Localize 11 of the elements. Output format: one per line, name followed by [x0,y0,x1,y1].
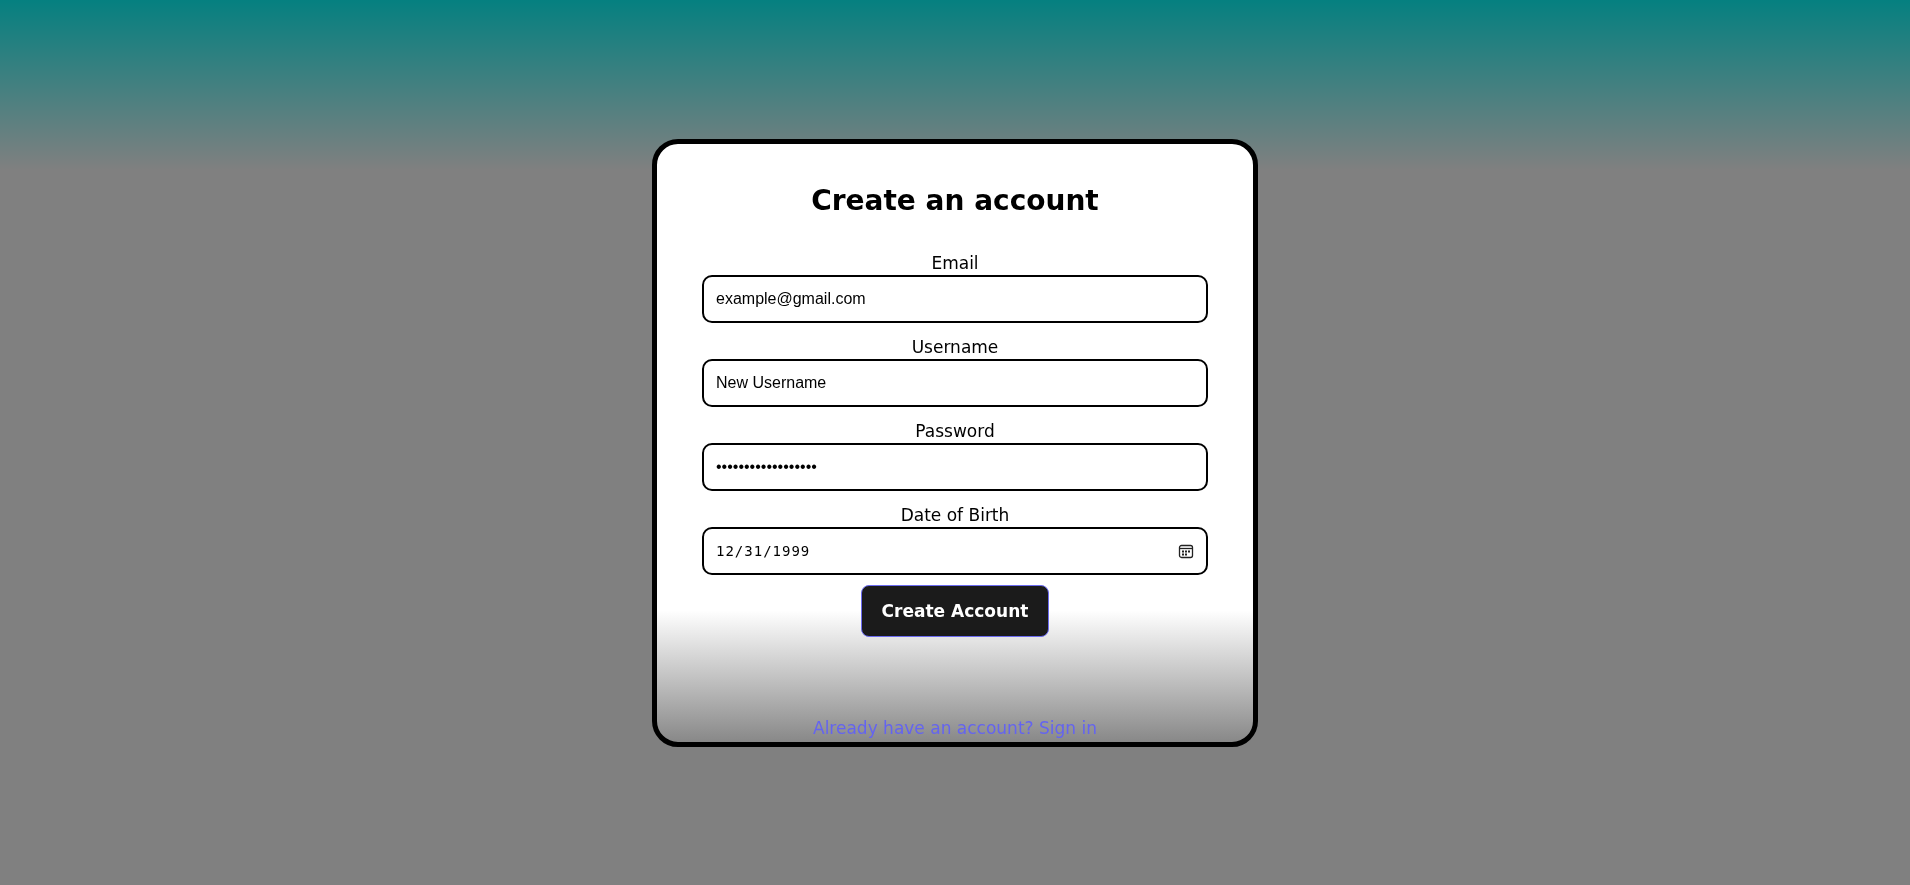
create-account-button[interactable]: Create Account [861,585,1049,637]
input-field[interactable]: example@gmail.com [702,275,1208,323]
field-label: Email [931,252,979,275]
field-label: Password [915,420,995,443]
field-label: Date of Birth [900,504,1010,527]
input-field[interactable]: New Username [702,359,1208,407]
date-field[interactable]: 12/31/1999 [702,527,1208,575]
input-field[interactable]: •••••••••••••••••• [702,443,1208,491]
form-title: Create an account [811,184,1099,217]
calendar-icon[interactable] [1178,543,1194,559]
field-label: Username [911,336,999,359]
